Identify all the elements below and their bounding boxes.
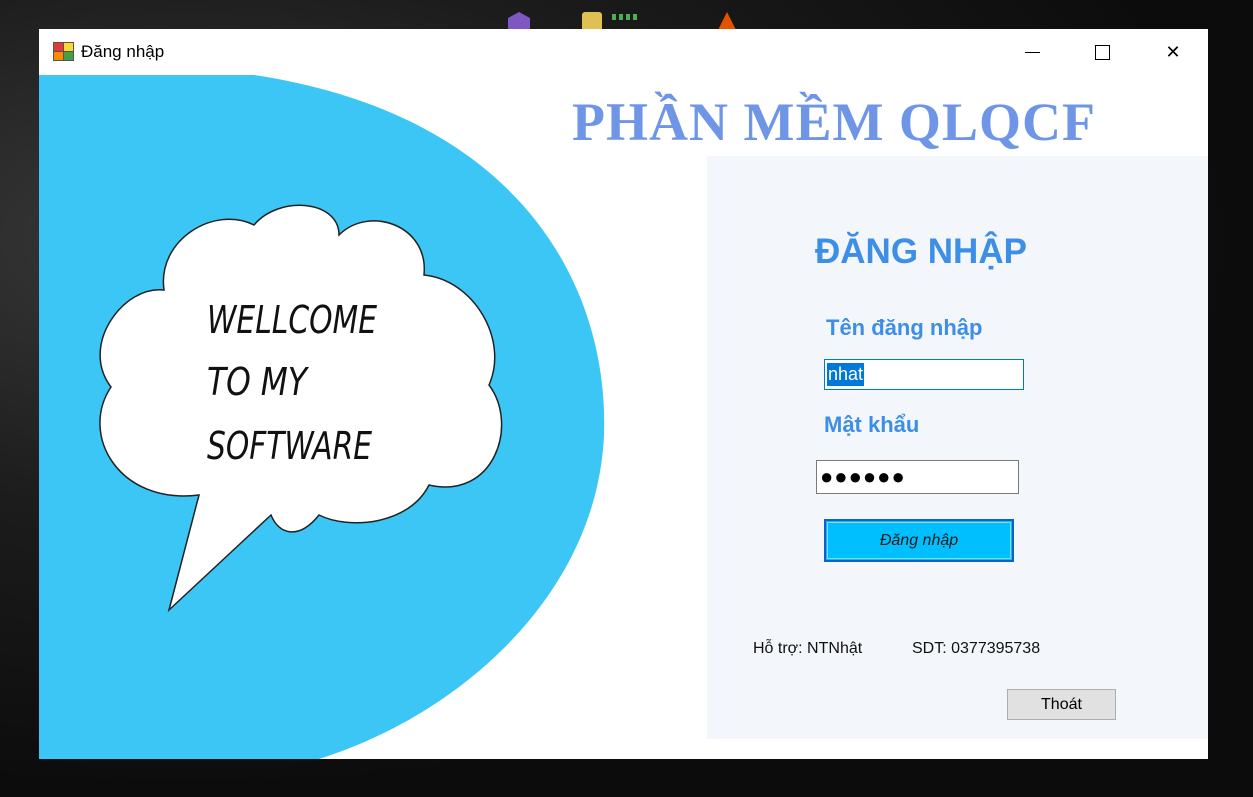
exit-button[interactable]: Thoát bbox=[1007, 689, 1116, 720]
welcome-line-2: TO MY bbox=[207, 360, 309, 404]
app-icon bbox=[53, 42, 74, 61]
welcome-panel: WELLCOME TO MY SOFTWARE bbox=[39, 75, 605, 759]
title-bar[interactable]: Đăng nhập ✕ bbox=[39, 29, 1208, 75]
password-label: Mật khẩu bbox=[824, 412, 920, 437]
username-selected-text: nhat bbox=[827, 363, 865, 386]
password-input[interactable] bbox=[816, 460, 1019, 494]
welcome-line-1: WELLCOME bbox=[207, 298, 377, 342]
login-button[interactable]: Đăng nhập bbox=[824, 519, 1014, 562]
minimize-icon bbox=[1024, 51, 1040, 53]
username-label: Tên đăng nhập bbox=[826, 315, 983, 340]
desktop-app-icon bbox=[718, 12, 736, 30]
login-window: Đăng nhập ✕ WELLCOME TO MY SOFTWARE PHẦN… bbox=[39, 29, 1208, 759]
minimize-button[interactable] bbox=[997, 29, 1067, 75]
close-button[interactable]: ✕ bbox=[1138, 29, 1208, 75]
welcome-line-3: SOFTWARE bbox=[207, 424, 372, 468]
phone-text: SDT: 0377395738 bbox=[912, 640, 1041, 657]
close-icon: ✕ bbox=[1165, 41, 1181, 62]
maximize-button[interactable] bbox=[1067, 29, 1137, 75]
window-title: Đăng nhập bbox=[81, 42, 165, 61]
login-panel: ĐĂNG NHẬP Tên đăng nhập nhat Mật khẩu Đă… bbox=[707, 156, 1208, 739]
desktop-app-icon bbox=[612, 14, 638, 20]
maximize-icon bbox=[1094, 44, 1110, 60]
login-heading: ĐĂNG NHẬP bbox=[815, 232, 1027, 271]
support-text: Hỗ trợ: NTNhật bbox=[753, 640, 863, 657]
app-title: PHẦN MỀM QLQCF bbox=[572, 92, 1096, 152]
